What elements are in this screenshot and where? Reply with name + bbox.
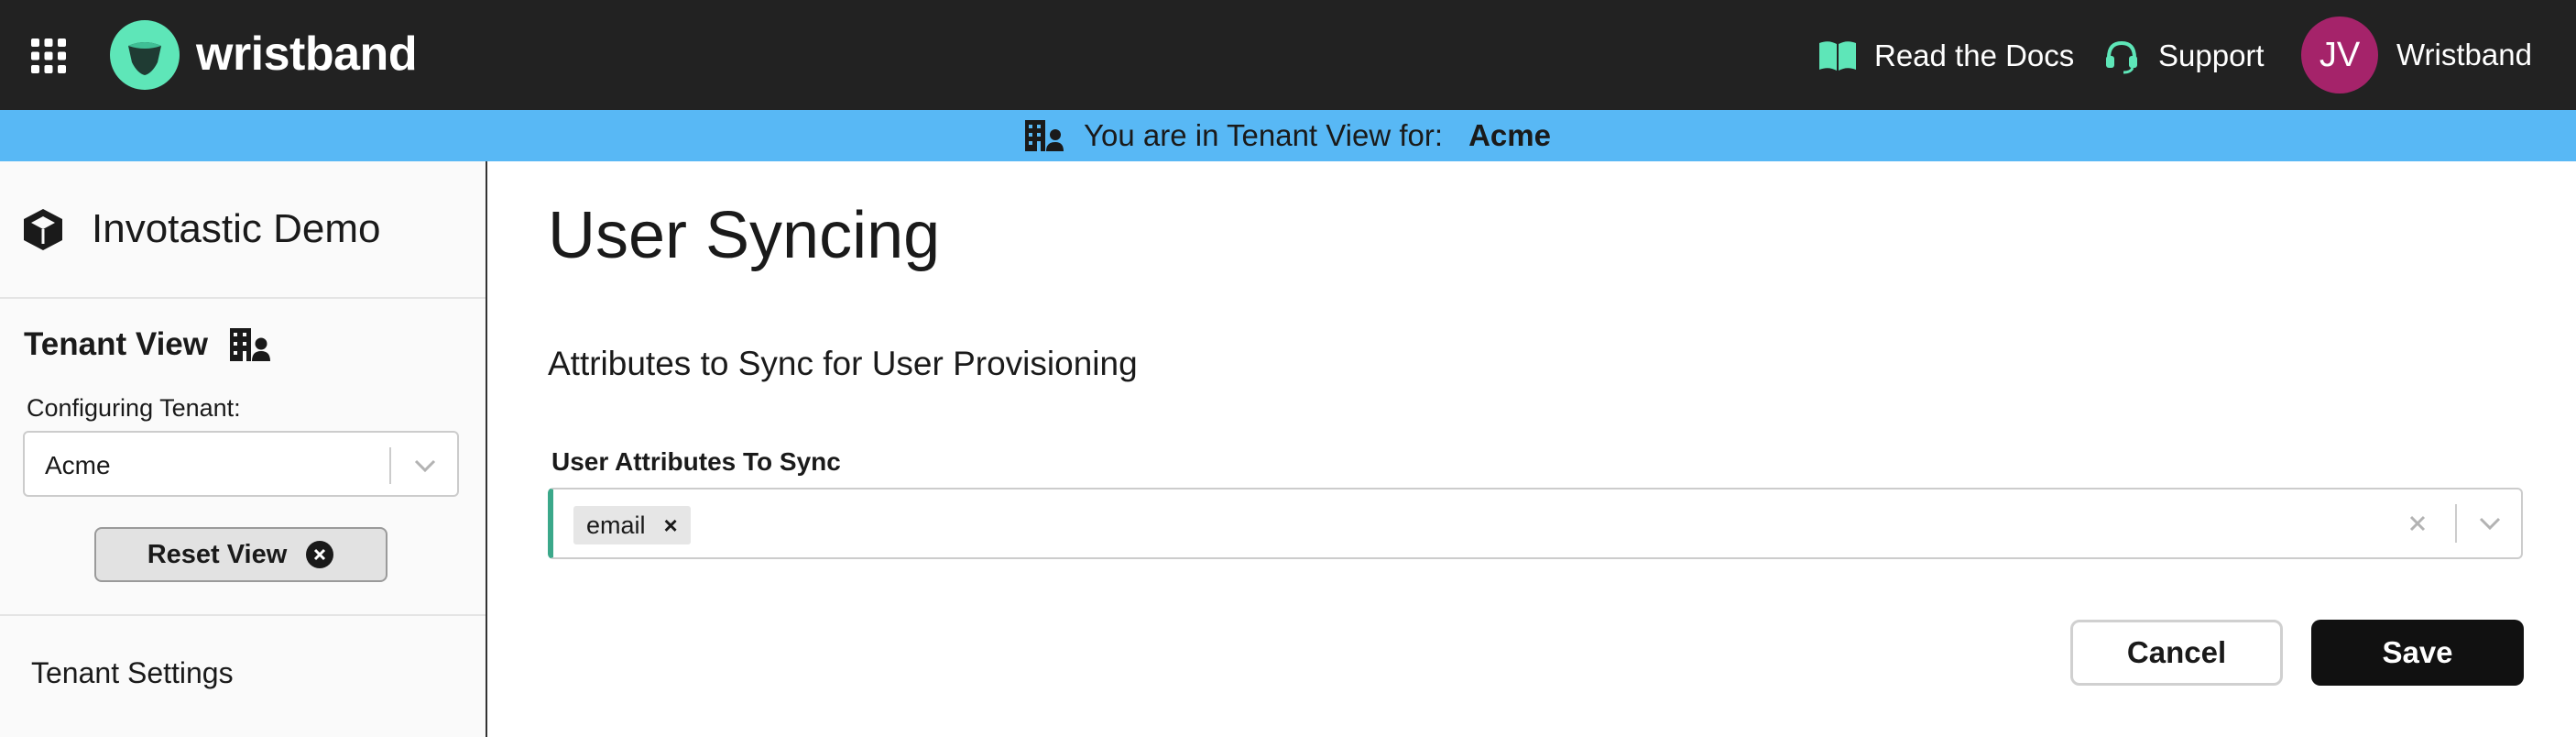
save-button[interactable]: Save [2311, 620, 2524, 686]
remove-chip-icon[interactable]: × [664, 512, 678, 540]
tenant-building-icon [1025, 120, 1064, 151]
chevron-down-icon[interactable] [411, 453, 439, 478]
wristband-logo-icon[interactable] [110, 20, 180, 90]
sidebar-divider [0, 297, 486, 299]
apps-grid-icon[interactable] [31, 38, 66, 73]
tenant-select-value: Acme [45, 451, 111, 479]
configuring-tenant-label: Configuring Tenant: [27, 394, 241, 422]
support-label: Support [2158, 38, 2265, 72]
select-separator [389, 447, 391, 484]
close-circle-icon [306, 541, 334, 568]
page-title: User Syncing [548, 199, 941, 272]
reset-view-label: Reset View [147, 539, 288, 569]
tenant-building-icon [229, 328, 270, 361]
sidebar-divider [0, 614, 486, 616]
attribute-chip-label: email [586, 511, 646, 539]
main-content: User Syncing Attributes to Sync for User… [489, 161, 2576, 737]
user-attributes-multiselect[interactable]: email × [548, 488, 2523, 559]
tenant-view-heading: Tenant View [24, 326, 270, 363]
read-the-docs-link[interactable]: Read the Docs [1817, 33, 2074, 79]
cube-icon [24, 209, 62, 250]
section-subtitle: Attributes to Sync for User Provisioning [548, 345, 1138, 382]
banner-tenant-name: Acme [1468, 118, 1551, 152]
project-header[interactable]: Invotastic Demo [22, 202, 380, 257]
book-icon [1819, 41, 1856, 71]
headset-icon [2106, 40, 2137, 74]
select-separator [2455, 504, 2457, 543]
attribute-chip: email × [573, 506, 691, 544]
clear-icon[interactable] [2404, 510, 2431, 537]
user-attributes-label: User Attributes To Sync [551, 447, 841, 476]
project-name: Invotastic Demo [92, 206, 381, 251]
banner-text: You are in Tenant View for: [1084, 118, 1444, 152]
top-navigation-bar: wristband Read the Docs Support JV Wrist… [0, 0, 2576, 110]
cancel-button[interactable]: Cancel [2070, 620, 2283, 686]
read-the-docs-label: Read the Docs [1874, 38, 2075, 72]
user-name: Wristband [2396, 38, 2532, 72]
tenant-view-banner: You are in Tenant View for: Acme [0, 110, 2576, 161]
sidebar: Invotastic Demo Tenant View Configuring … [0, 161, 487, 737]
chevron-down-icon[interactable] [2475, 510, 2505, 537]
user-menu[interactable]: JV Wristband [2301, 16, 2532, 94]
tenant-select[interactable]: Acme [23, 431, 459, 497]
tenant-view-title: Tenant View [24, 326, 208, 362]
support-link[interactable]: Support [2101, 33, 2265, 79]
sidebar-item-tenant-settings[interactable]: Tenant Settings [31, 656, 234, 690]
reset-view-button[interactable]: Reset View [94, 527, 387, 582]
brand-name[interactable]: wristband [196, 24, 418, 84]
avatar: JV [2301, 16, 2378, 94]
